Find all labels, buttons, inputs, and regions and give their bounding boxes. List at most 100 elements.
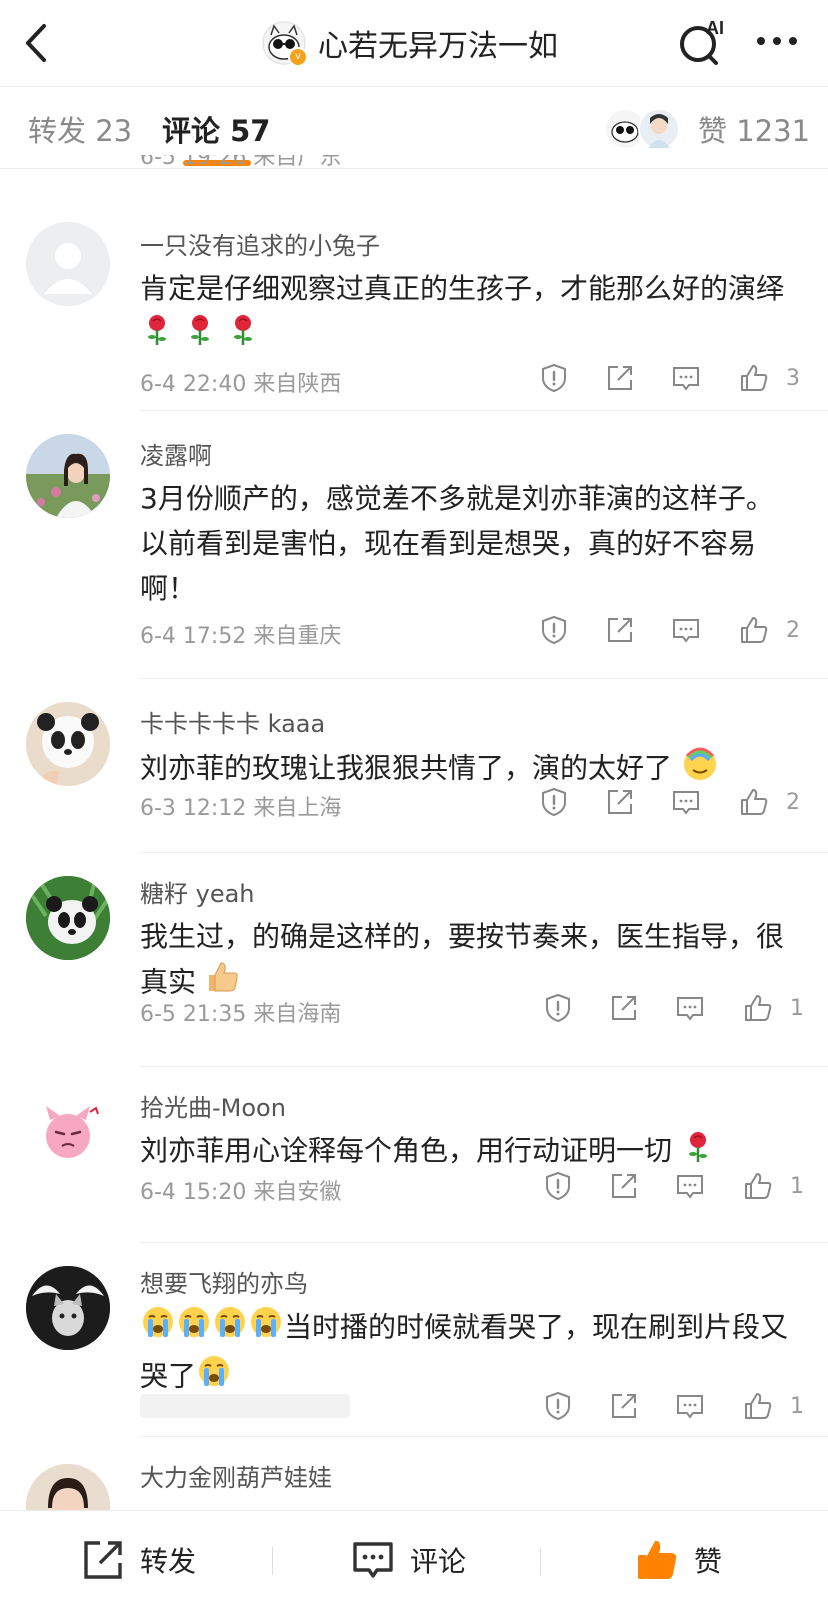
comment-divider	[140, 410, 828, 411]
shield-alert-icon	[542, 787, 566, 817]
reply-button[interactable]	[670, 786, 702, 818]
more-dots-icon	[757, 37, 797, 45]
comment-username[interactable]: 卡卡卡卡卡 kaaa	[140, 704, 325, 739]
liker-avatars[interactable]	[604, 106, 684, 150]
like-post-button[interactable]: 赞	[634, 1511, 722, 1608]
comment-actions: 1	[542, 992, 812, 1032]
share-icon	[608, 790, 632, 814]
comment-divider	[140, 1066, 828, 1067]
comment-username[interactable]: 想要飞翔的亦鸟	[140, 1264, 308, 1299]
thumbs-up-icon	[745, 1173, 772, 1199]
share-icon	[612, 1394, 636, 1418]
thumbs-up-icon	[741, 365, 768, 391]
repost-icon	[84, 1540, 122, 1579]
comment-bubble-icon	[677, 1395, 703, 1419]
share-icon	[608, 618, 632, 642]
share-icon	[612, 996, 636, 1020]
report-button[interactable]	[538, 786, 570, 818]
like-button[interactable]	[742, 992, 774, 1024]
back-arrow-icon	[26, 24, 46, 62]
liker-avatar	[638, 108, 680, 150]
comment-username[interactable]: 一只没有追求的小兔子	[140, 226, 380, 261]
repost-button[interactable]: 转发	[80, 1511, 196, 1608]
comment-actions: 2	[538, 786, 808, 826]
report-button[interactable]	[538, 362, 570, 394]
repost-comment-button[interactable]	[604, 786, 636, 818]
bottom-divider	[272, 1547, 273, 1575]
avatar[interactable]	[26, 1464, 110, 1510]
thumbs-up-icon	[741, 617, 768, 643]
comment-meta: 6-5 19:26 来自广东	[140, 155, 342, 169]
crying-emoji-icon	[176, 1304, 212, 1353]
thumbs-up-icon	[745, 995, 772, 1021]
avatar[interactable]	[26, 434, 110, 518]
reply-button[interactable]	[670, 362, 702, 394]
thumbs-up-icon	[745, 1393, 772, 1419]
comment-text: 刘亦菲用心诠释每个角色，用行动证明一切	[140, 1128, 800, 1176]
comment-username[interactable]: 凌露啊	[140, 436, 212, 471]
rose-emoji-icon	[140, 312, 174, 359]
reply-button[interactable]	[670, 614, 702, 646]
comment-actions: 1	[542, 1170, 812, 1210]
panda-photo-avatar	[26, 876, 110, 960]
avatar[interactable]	[26, 1090, 110, 1174]
comment-divider	[140, 1436, 828, 1437]
repost-label: 转发	[140, 1544, 197, 1578]
comment-actions: 1	[542, 1390, 812, 1430]
share-icon	[608, 366, 632, 390]
ai-search-button[interactable]: AI	[676, 16, 732, 68]
repost-comment-button[interactable]	[604, 362, 636, 394]
post-author[interactable]: v 心若无异万法一如	[262, 18, 558, 68]
repost-comment-button[interactable]	[608, 1390, 640, 1422]
tab-comments[interactable]: 评论 57	[162, 108, 270, 150]
reply-button[interactable]	[674, 1170, 706, 1202]
top-bar: v 心若无异万法一如 AI	[0, 0, 828, 86]
avatar[interactable]	[26, 876, 110, 960]
comment-meta: 6-4 22:40 来自陕西	[140, 372, 342, 397]
like-button[interactable]	[742, 1390, 774, 1422]
more-button[interactable]	[752, 26, 802, 56]
avatar[interactable]	[26, 222, 110, 306]
rose-emoji-icon	[183, 312, 217, 359]
report-button[interactable]	[542, 992, 574, 1024]
comment-label: 评论	[410, 1544, 467, 1578]
tab-repost[interactable]: 转发 23	[28, 108, 132, 150]
comment-bubble-icon	[673, 791, 699, 815]
verified-badge-icon: v	[288, 47, 308, 67]
reply-button[interactable]	[674, 992, 706, 1024]
woman-photo-avatar	[26, 434, 110, 518]
crying-emoji-icon	[248, 1304, 284, 1353]
back-button[interactable]	[18, 18, 58, 68]
bottom-divider	[540, 1547, 541, 1575]
default-avatar-icon	[26, 222, 110, 306]
report-button[interactable]	[538, 614, 570, 646]
comment-divider	[140, 678, 828, 679]
like-button[interactable]	[738, 362, 770, 394]
avatar[interactable]	[26, 1266, 110, 1350]
comment-meta: 6-4 15:20 来自安徽	[140, 1180, 342, 1205]
reply-button[interactable]	[674, 1390, 706, 1422]
like-count: 2	[786, 790, 800, 815]
comment-button[interactable]: 评论	[350, 1511, 466, 1608]
rose-emoji-icon	[226, 312, 260, 359]
comment-username[interactable]: 拾光曲-Moon	[140, 1088, 286, 1123]
author-avatar[interactable]: v	[262, 21, 308, 67]
comment-actions: 2	[538, 614, 808, 654]
like-count: 1	[790, 996, 804, 1021]
repost-comment-button[interactable]	[608, 1170, 640, 1202]
like-button[interactable]	[738, 786, 770, 818]
avatar[interactable]	[26, 702, 110, 786]
comment-username[interactable]: 糖籽 yeah	[140, 874, 255, 909]
repost-comment-button[interactable]	[604, 614, 636, 646]
report-button[interactable]	[542, 1170, 574, 1202]
repost-comment-button[interactable]	[608, 992, 640, 1024]
like-button[interactable]	[742, 1170, 774, 1202]
report-button[interactable]	[542, 1390, 574, 1422]
tab-likes[interactable]: 赞 1231	[698, 108, 810, 150]
like-button[interactable]	[738, 614, 770, 646]
share-icon	[612, 1174, 636, 1198]
comment-username[interactable]: 大力金刚葫芦娃娃	[140, 1460, 332, 1493]
like-label: 赞	[694, 1544, 723, 1578]
comment-divider	[140, 1242, 828, 1243]
comment-meta: 6-5 21:35 来自海南	[140, 1002, 342, 1027]
